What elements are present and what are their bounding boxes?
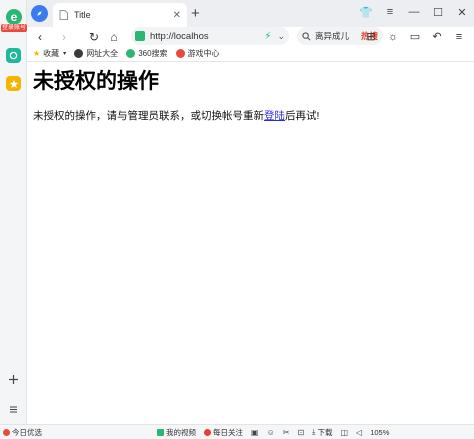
toolbar: ‹ › ↻ ⌂ http://localhos ⚡ ⌄ 离异成儿 热搜 ⊞ ☼ … bbox=[27, 27, 474, 46]
bookmark-favorites[interactable]: ★ 收藏 ▾ bbox=[33, 48, 66, 59]
page-icon bbox=[59, 10, 68, 20]
login-link[interactable]: 登陆 bbox=[264, 110, 285, 122]
chevron-down-icon[interactable]: ⌄ bbox=[277, 31, 285, 42]
today-picks[interactable]: 今日优选 bbox=[3, 427, 42, 438]
search-icon bbox=[302, 31, 311, 40]
back-icon[interactable]: ‹ bbox=[31, 27, 49, 46]
scissors-icon[interactable]: ✂ bbox=[283, 428, 290, 437]
fire-icon bbox=[204, 428, 211, 436]
shirt-skin-icon[interactable]: 👕 bbox=[354, 6, 378, 19]
speaker-icon[interactable]: ◁ bbox=[356, 428, 362, 437]
downloads[interactable]: ⤓ 下载 bbox=[312, 427, 332, 438]
menu-icon[interactable]: ≡ bbox=[378, 6, 402, 18]
undo-icon[interactable]: ↶ bbox=[426, 30, 448, 43]
window-controls: 👕 ≡ — ☐ ✕ bbox=[354, 0, 474, 24]
status-bar: 今日优选 我的视频 每日关注 ▣ ☺ ✂ ⊡ ⤓ 下载 ◫ ◁ 105% bbox=[0, 424, 474, 439]
my-videos[interactable]: 我的视频 bbox=[157, 427, 196, 438]
search360-icon bbox=[126, 49, 136, 58]
globe-icon bbox=[74, 49, 84, 58]
close-window-icon[interactable]: ✕ bbox=[450, 6, 474, 19]
daily-follow[interactable]: 每日关注 bbox=[204, 427, 243, 438]
emoji-icon[interactable]: ☺ bbox=[267, 428, 275, 437]
tab-title: Title bbox=[74, 10, 91, 20]
bookmark-site-directory[interactable]: 网址大全 bbox=[74, 48, 118, 59]
image-icon[interactable]: ▣ bbox=[251, 428, 259, 437]
add-icon[interactable] bbox=[6, 372, 21, 387]
page-title: 未授权的操作 bbox=[33, 70, 159, 93]
tab-active[interactable]: Title ✕ bbox=[53, 3, 187, 27]
today-picks-icon bbox=[3, 428, 10, 436]
refresh-icon[interactable]: ↻ bbox=[85, 27, 103, 46]
url-text: http://localhos bbox=[150, 30, 209, 42]
left-sidebar: e 登录账号 bbox=[0, 0, 27, 439]
favorites-star-icon[interactable] bbox=[6, 76, 21, 91]
battery-icon[interactable]: ▭ bbox=[404, 30, 426, 43]
sidebar-app-icon[interactable] bbox=[6, 48, 21, 63]
maximize-icon[interactable]: ☐ bbox=[426, 6, 450, 19]
login-account-button[interactable]: 登录账号 bbox=[1, 24, 27, 32]
forward-icon[interactable]: › bbox=[55, 27, 73, 46]
compass-icon[interactable] bbox=[31, 5, 48, 22]
page-content: 未授权的操作 未授权的操作，请与管理员联系，或切换帐号重新登陆后再试! bbox=[33, 68, 319, 123]
dropdown-icon[interactable]: ▾ bbox=[63, 50, 66, 57]
svg-text:e: e bbox=[11, 10, 18, 24]
bookmark-bar: ★ 收藏 ▾ 网址大全 360搜索 游戏中心 bbox=[27, 46, 474, 62]
trash-icon[interactable]: ⊡ bbox=[297, 428, 304, 437]
brightness-icon[interactable]: ☼ bbox=[382, 31, 404, 43]
zoom-level[interactable]: 105% bbox=[370, 428, 389, 437]
error-message: 未授权的操作，请与管理员联系，或切换帐号重新登陆后再试! bbox=[33, 110, 320, 122]
sidebar-menu-icon[interactable] bbox=[6, 402, 21, 417]
shield-icon bbox=[135, 31, 145, 41]
address-bar[interactable]: http://localhos ⚡ ⌄ bbox=[131, 27, 289, 45]
new-tab-icon[interactable]: + bbox=[191, 5, 200, 22]
notification-icon[interactable]: ◫ bbox=[340, 428, 348, 437]
tab-strip: Title ✕ + 👕 ≡ — ☐ ✕ bbox=[27, 0, 474, 27]
lightning-icon[interactable]: ⚡ bbox=[264, 31, 271, 42]
tab-close-icon[interactable]: ✕ bbox=[173, 10, 181, 21]
bookmark-game-center[interactable]: 游戏中心 bbox=[175, 48, 220, 59]
bookmark-360-search[interactable]: 360搜索 bbox=[126, 48, 168, 59]
more-icon[interactable]: ≡ bbox=[448, 31, 470, 43]
toolbar-right: ⊞ ☼ ▭ ↶ ≡ bbox=[360, 27, 470, 46]
apps-grid-icon[interactable]: ⊞ bbox=[360, 30, 382, 43]
star-icon: ★ bbox=[33, 49, 41, 58]
search-text: 离异成儿 bbox=[315, 31, 350, 41]
home-icon[interactable]: ⌂ bbox=[105, 27, 123, 46]
video-icon bbox=[157, 428, 164, 436]
download-icon: ⤓ bbox=[312, 427, 316, 436]
minimize-icon[interactable]: — bbox=[402, 6, 426, 18]
game-icon bbox=[175, 49, 185, 58]
